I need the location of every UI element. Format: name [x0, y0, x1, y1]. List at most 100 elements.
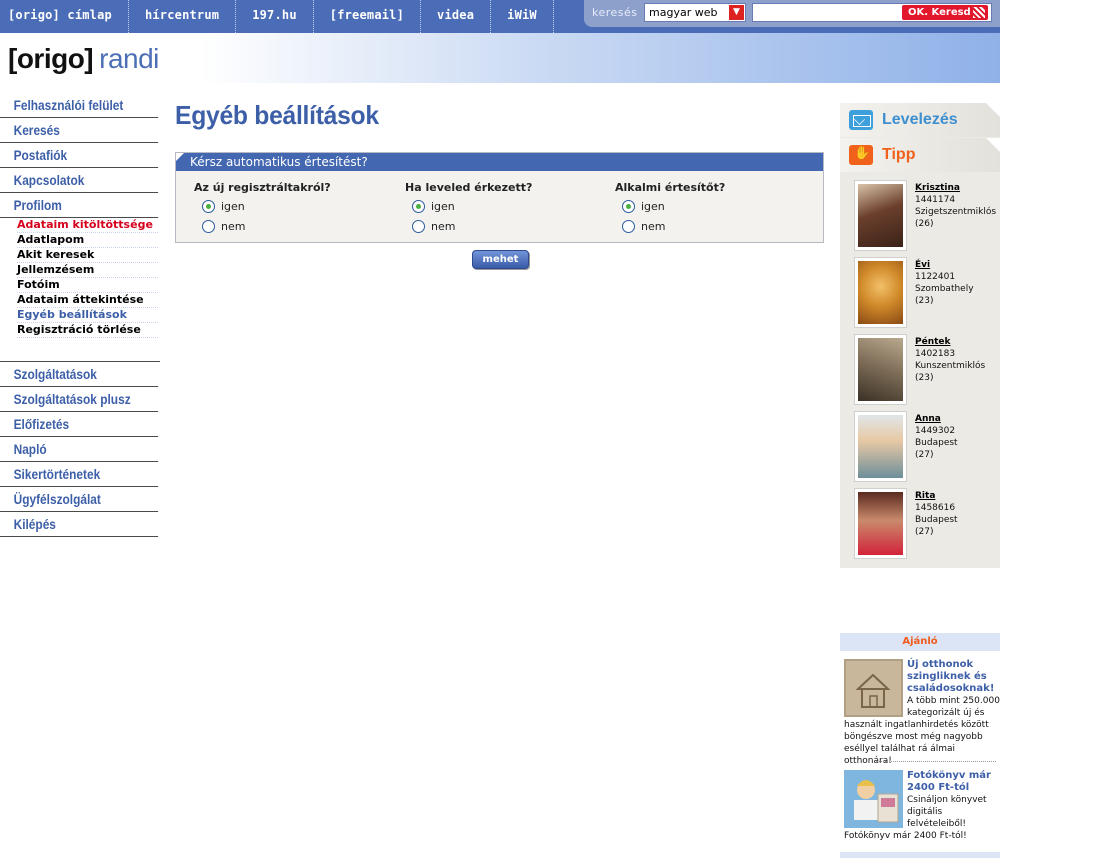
profile-age: (27): [915, 527, 934, 537]
tab-levelezes-label: Levelezés: [882, 111, 958, 128]
search-scope-select[interactable]: magyar web ▼: [644, 3, 746, 22]
submenu-akit-keresek[interactable]: Akit keresek: [17, 248, 158, 263]
tab-corner: [986, 138, 1000, 152]
option-label: igen: [431, 200, 455, 213]
radio-occasional-yes[interactable]: [622, 200, 635, 213]
profile-city: Szigetszentmiklós: [915, 207, 997, 217]
menu-item-postafiok[interactable]: Postafiók: [0, 143, 159, 168]
menu-item-sikertortenetek[interactable]: Sikertörténetek: [0, 462, 159, 487]
search-button-label: OK. Keresd: [908, 7, 971, 18]
submenu-adataim-kitoltottsege[interactable]: Adataim kitöltöttsége: [17, 218, 158, 233]
tab-tipp[interactable]: Tipp: [840, 138, 1000, 172]
menu-item-elofizetes[interactable]: Előfizetés: [0, 412, 159, 437]
profile-photo-image: [858, 338, 903, 401]
menu-item-naplo[interactable]: Napló: [0, 437, 159, 462]
menu-item-kereses[interactable]: Keresés: [0, 118, 159, 143]
profile-age: (23): [915, 296, 934, 306]
profile-name[interactable]: Évi: [915, 259, 974, 271]
menu-item-felhasznaloi-felulet[interactable]: Felhasználói felület: [0, 93, 159, 118]
option-label: igen: [221, 200, 245, 213]
profile-card: Évi 1122401 Szombathely (23): [854, 257, 1004, 329]
left-menu-secondary: Szolgáltatások Szolgáltatások plusz Előf…: [0, 361, 160, 537]
house-sand-drawing-icon[interactable]: [844, 659, 903, 717]
logo-section: randi: [99, 43, 159, 74]
notification-settings-box: Kérsz automatikus értesítést? Az új regi…: [175, 152, 824, 243]
option-new-registrants-no[interactable]: nem: [202, 220, 245, 233]
tab-levelezes[interactable]: Levelezés: [840, 103, 1000, 137]
submenu-jellemzesem[interactable]: Jellemzésem: [17, 263, 158, 278]
right-sidebar: Levelezés Tipp Krisztina 1441174 Szigets…: [840, 103, 1000, 568]
submenu-regisztracio-torlese[interactable]: Regisztráció törlése: [17, 323, 158, 338]
profile-city: Budapest: [915, 438, 958, 448]
chevron-down-icon[interactable]: ▼: [729, 5, 744, 20]
topnav-hircentrum[interactable]: hírcentrum: [129, 0, 237, 33]
submenu-adatlapom[interactable]: Adatlapom: [17, 233, 158, 248]
profile-name[interactable]: Péntek: [915, 336, 985, 348]
profile-id: 1458616: [915, 503, 956, 513]
option-occasional-no[interactable]: nem: [622, 220, 665, 233]
option-label: nem: [221, 220, 246, 233]
search-button[interactable]: OK. Keresd: [902, 5, 988, 20]
menu-item-szolgaltatasok[interactable]: Szolgáltatások: [0, 362, 159, 387]
radio-new-registrants-no[interactable]: [202, 220, 215, 233]
question-new-mail: Ha leveled érkezett?: [405, 181, 533, 194]
top-navigation-bar: [origo] címlap hírcentrum 197.hu [freema…: [0, 0, 1000, 33]
thumbs-up-icon: [849, 145, 873, 165]
profile-name[interactable]: Krisztina: [915, 182, 996, 194]
submenu-fotoim[interactable]: Fotóim: [17, 278, 158, 293]
menu-item-profilom[interactable]: Profilom: [0, 193, 159, 218]
topnav-iwiw[interactable]: iWiW: [491, 0, 554, 33]
question-occasional-notice: Alkalmi értesítőt?: [615, 181, 726, 194]
profile-photo[interactable]: [854, 411, 907, 482]
menu-item-szolgaltatasok-plusz[interactable]: Szolgáltatások plusz: [0, 387, 159, 412]
topnav-freemail[interactable]: [freemail]: [314, 0, 422, 33]
profile-id: 1449302: [915, 426, 956, 436]
profile-age: (26): [915, 219, 934, 229]
tab-corner: [986, 103, 1000, 117]
profile-id: 1441174: [915, 195, 956, 205]
topnav-videa[interactable]: videa: [421, 0, 492, 33]
profile-photo[interactable]: [854, 334, 907, 405]
profile-photo[interactable]: [854, 180, 907, 251]
profile-info: Évi 1122401 Szombathely (23): [915, 259, 974, 307]
profile-photo[interactable]: [854, 488, 907, 559]
ad-divider: [876, 761, 996, 762]
menu-item-kilepes[interactable]: Kilépés: [0, 512, 159, 537]
radio-new-mail-yes[interactable]: [412, 200, 425, 213]
option-occasional-yes[interactable]: igen: [622, 200, 665, 213]
option-new-registrants-yes[interactable]: igen: [202, 200, 245, 213]
topnav-origo-cimlap[interactable]: [origo] címlap: [0, 0, 129, 33]
menu-item-kapcsolatok[interactable]: Kapcsolatok: [0, 168, 159, 193]
mail-icon: [849, 110, 873, 130]
photobook-icon[interactable]: [844, 770, 903, 828]
submenu-adataim-attekintese[interactable]: Adataim áttekintése: [17, 293, 158, 308]
profile-age: (23): [915, 373, 934, 383]
menu-item-ugyfelszolgalat[interactable]: Ügyfélszolgálat: [0, 487, 159, 512]
profile-city: Budapest: [915, 515, 958, 525]
option-new-mail-yes[interactable]: igen: [412, 200, 455, 213]
main-content: Egyéb beállítások Kérsz automatikus érte…: [175, 100, 825, 269]
submit-button[interactable]: mehet: [472, 250, 529, 269]
radio-new-mail-no[interactable]: [412, 220, 425, 233]
site-logo[interactable]: [origo] randi: [8, 43, 159, 75]
logo-brand: [origo]: [8, 43, 94, 74]
profile-card: Péntek 1402183 Kunszentmiklós (23): [854, 334, 1004, 406]
recommendation-box: Ajánló Új otthonok szingliknek és család…: [840, 633, 1000, 858]
submenu-egyeb-beallitasok[interactable]: Egyéb beállítások: [17, 308, 158, 323]
radio-occasional-no[interactable]: [622, 220, 635, 233]
profile-age: (27): [915, 450, 934, 460]
tab-tipp-label: Tipp: [882, 146, 916, 163]
profile-city: Szombathely: [915, 284, 974, 294]
profile-submenu: Adataim kitöltöttsége Adatlapom Akit ker…: [0, 218, 160, 338]
site-header: [origo] randi: [0, 33, 1000, 83]
profile-info: Krisztina 1441174 Szigetszentmiklós (26): [915, 182, 996, 230]
topnav-197hu[interactable]: 197.hu: [236, 0, 314, 33]
ad-item: Új otthonok szingliknek és családosoknak…: [844, 659, 1000, 767]
profile-photo[interactable]: [854, 257, 907, 328]
radio-new-registrants-yes[interactable]: [202, 200, 215, 213]
search-label: keresés: [592, 6, 638, 19]
profile-info: Péntek 1402183 Kunszentmiklós (23): [915, 336, 985, 384]
profile-name[interactable]: Rita: [915, 490, 958, 502]
profile-name[interactable]: Anna: [915, 413, 958, 425]
option-new-mail-no[interactable]: nem: [412, 220, 455, 233]
